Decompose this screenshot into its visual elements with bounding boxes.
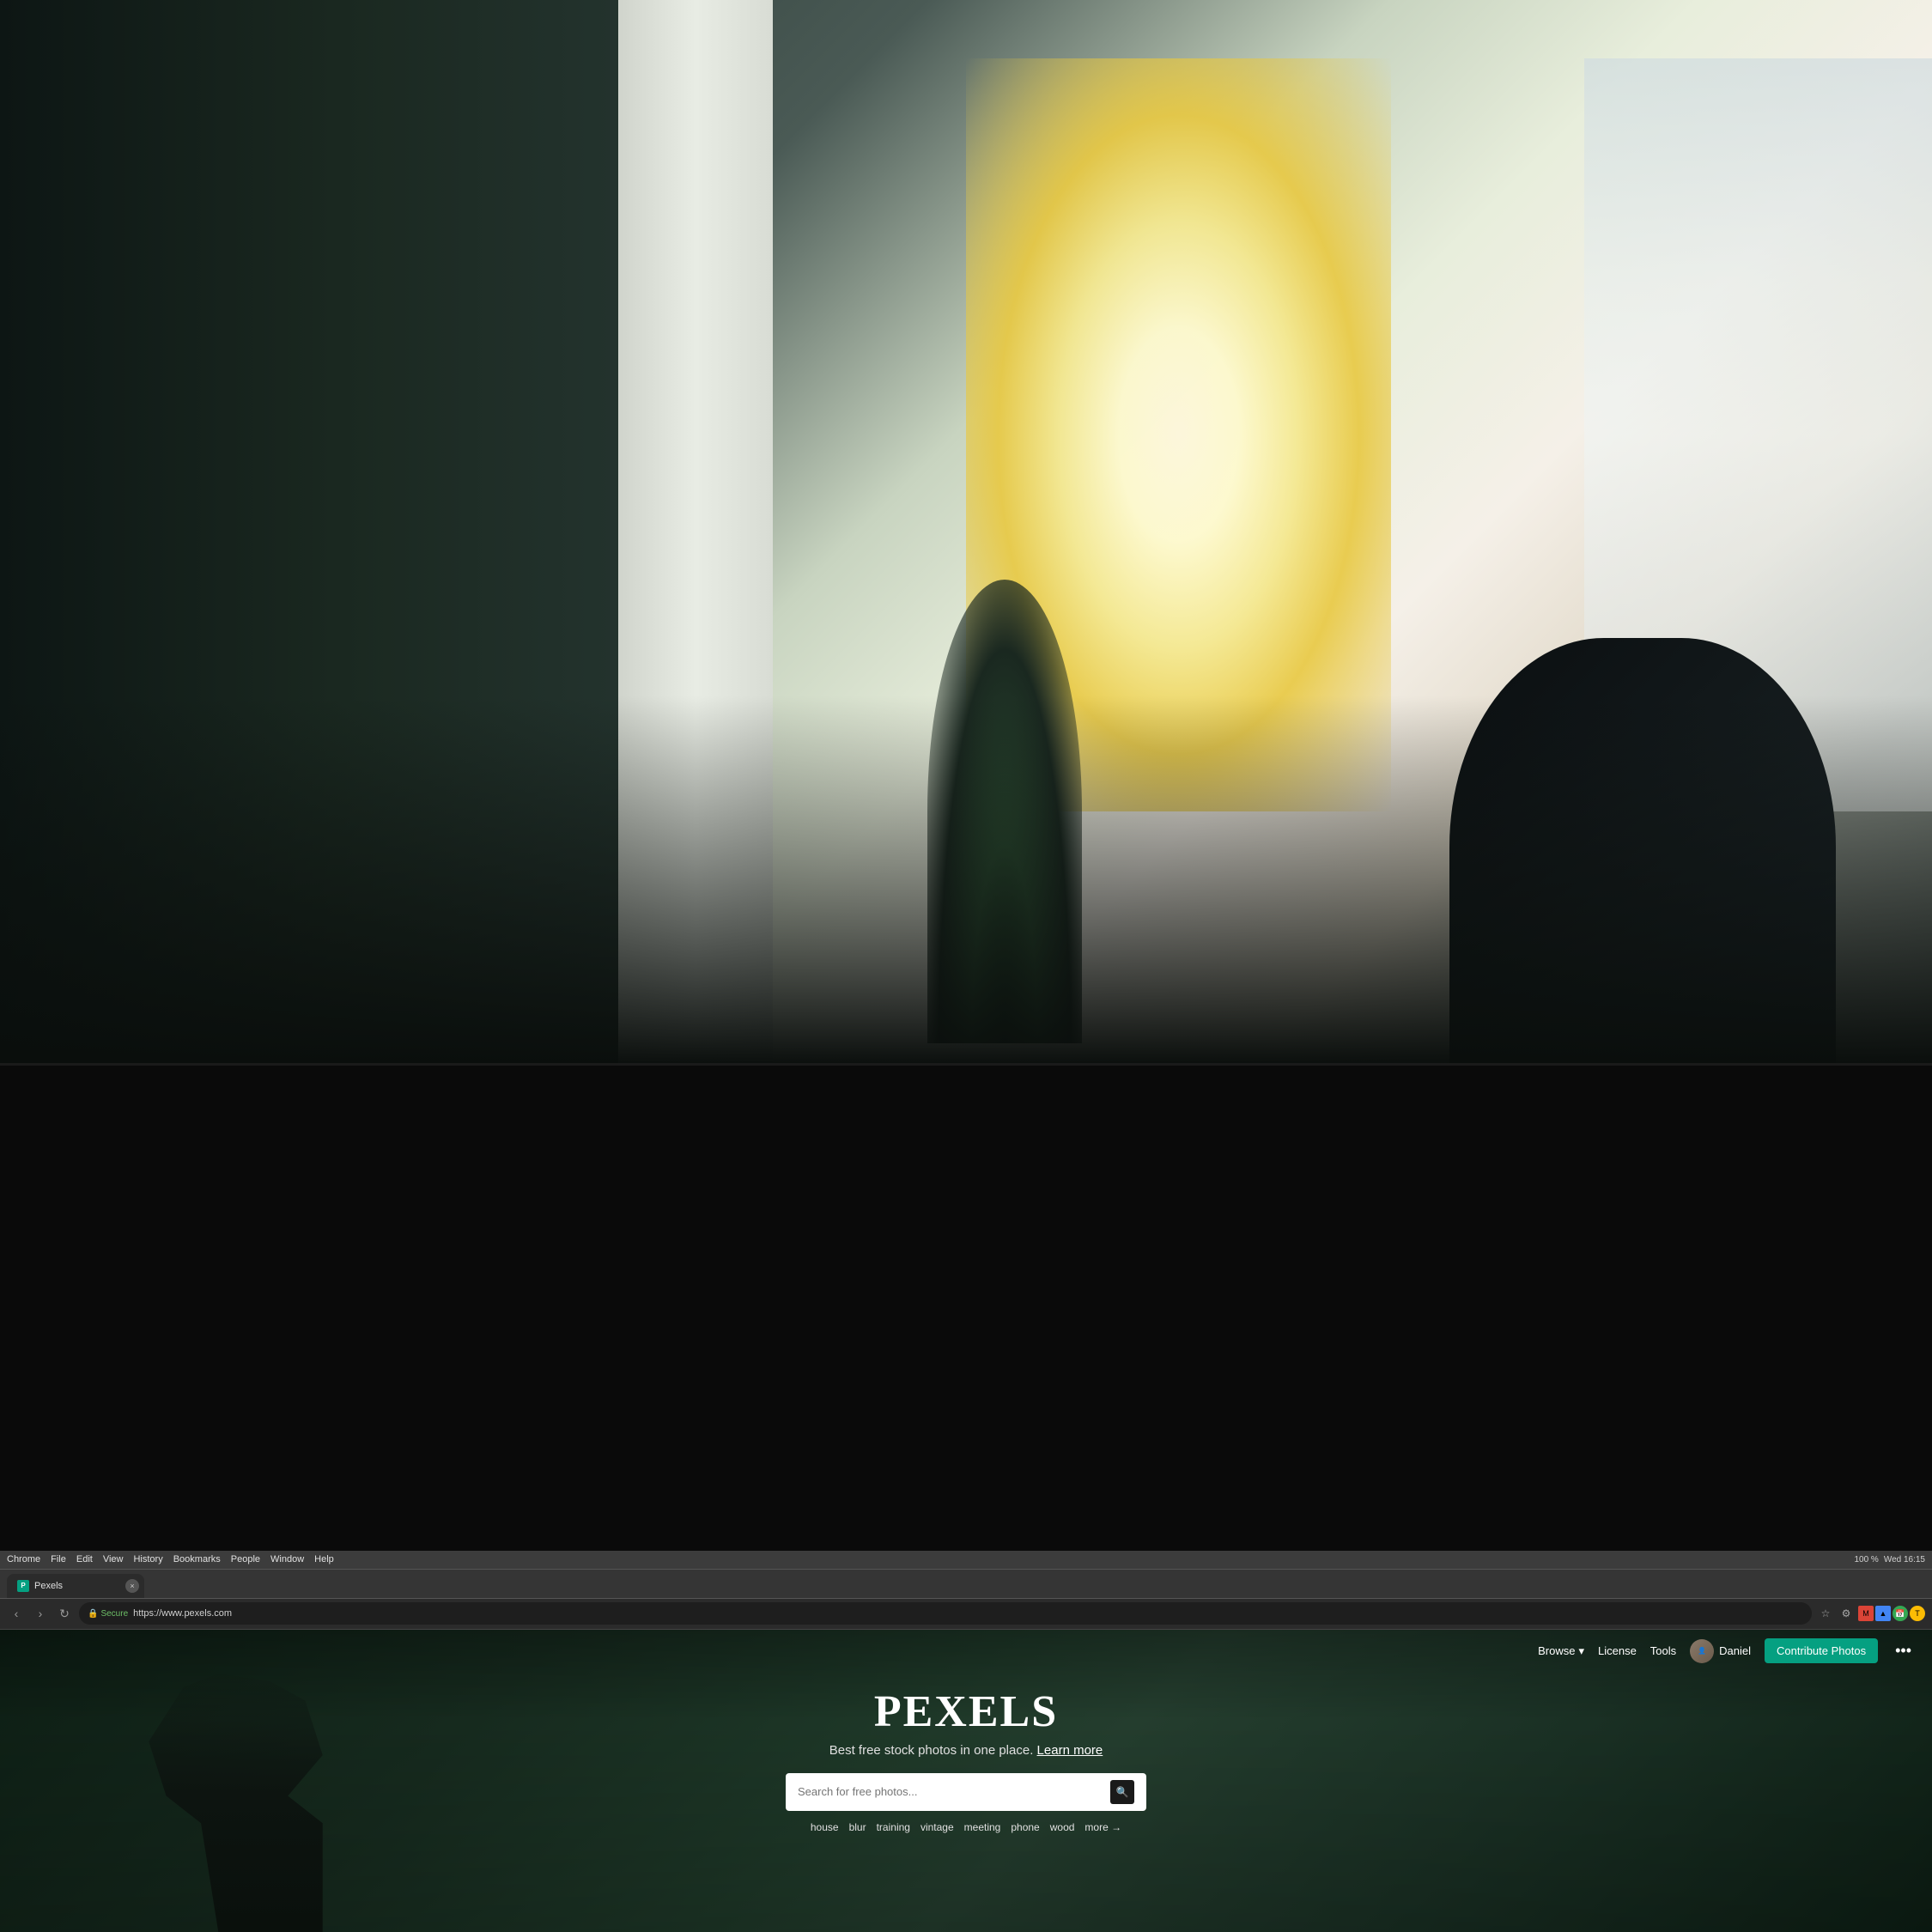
menu-app[interactable]: Chrome	[7, 1554, 40, 1564]
ext-gmail-icon[interactable]: M	[1858, 1606, 1874, 1621]
popular-searches: house blur training vintage meeting phon…	[0, 1821, 1932, 1833]
username-label: Daniel	[1719, 1644, 1751, 1657]
clock: Wed 16:15	[1884, 1555, 1925, 1564]
menu-window[interactable]: Window	[270, 1554, 304, 1564]
search-icon[interactable]: 🔍	[1110, 1780, 1134, 1804]
macos-menu-bar: Chrome File Edit View History Bookmarks …	[0, 1551, 1932, 1570]
menu-edit[interactable]: Edit	[76, 1554, 93, 1564]
menu-bookmarks[interactable]: Bookmarks	[173, 1554, 221, 1564]
active-tab[interactable]: P Pexels ×	[7, 1574, 144, 1598]
back-button[interactable]: ‹	[7, 1604, 26, 1623]
learn-more-link[interactable]: Learn more	[1037, 1743, 1103, 1758]
menu-help[interactable]: Help	[314, 1554, 334, 1564]
browser-toolbar-icons: ☆ ⚙ M ▲ 📅 T	[1817, 1605, 1925, 1622]
ext-translate-icon[interactable]: T	[1910, 1606, 1925, 1621]
menu-view[interactable]: View	[103, 1554, 124, 1564]
menu-file[interactable]: File	[51, 1554, 66, 1564]
ext-drive-icon[interactable]: ▲	[1875, 1606, 1891, 1621]
browse-nav-item[interactable]: Browse ▾	[1538, 1644, 1584, 1658]
secure-label: Secure	[100, 1609, 128, 1619]
browse-chevron-icon: ▾	[1578, 1644, 1584, 1658]
pexels-tagline: Best free stock photos in one place. Lea…	[0, 1743, 1932, 1758]
browser-window: Chrome File Edit View History Bookmarks …	[0, 1551, 1932, 1932]
extensions-icon[interactable]: ⚙	[1838, 1605, 1855, 1622]
search-tag-phone[interactable]: phone	[1011, 1821, 1039, 1833]
user-section: 👤 Daniel	[1690, 1639, 1751, 1663]
search-tag-training[interactable]: training	[877, 1821, 910, 1833]
tab-bar: P Pexels ×	[0, 1570, 1932, 1599]
menu-bar-left: Chrome File Edit View History Bookmarks …	[7, 1554, 1854, 1564]
secure-badge: 🔒 Secure	[88, 1609, 128, 1619]
tab-close-button[interactable]: ×	[125, 1579, 139, 1593]
menu-people[interactable]: People	[231, 1554, 260, 1564]
lock-icon: 🔒	[88, 1609, 98, 1619]
contribute-photos-button[interactable]: Contribute Photos	[1765, 1638, 1878, 1663]
search-container: 🔍	[0, 1773, 1932, 1811]
address-bar-row: ‹ › ↻ 🔒 Secure https://www.pexels.com ☆ …	[0, 1599, 1932, 1630]
search-tag-house[interactable]: house	[811, 1821, 839, 1833]
pexels-website: Browse ▾ License Tools 👤 Daniel Contribu…	[0, 1630, 1932, 1932]
address-bar[interactable]: 🔒 Secure https://www.pexels.com	[79, 1602, 1812, 1625]
pexels-nav-right: Browse ▾ License Tools 👤 Daniel Contribu…	[1538, 1638, 1915, 1663]
user-avatar[interactable]: 👤	[1690, 1639, 1714, 1663]
tools-nav-item[interactable]: Tools	[1650, 1644, 1676, 1657]
pexels-logo: PEXELS	[0, 1690, 1932, 1735]
tab-title: Pexels	[34, 1581, 63, 1591]
search-tag-vintage[interactable]: vintage	[920, 1821, 954, 1833]
pexels-hero-content: PEXELS Best free stock photos in one pla…	[0, 1673, 1932, 1833]
ext-calendar-icon[interactable]: 📅	[1893, 1606, 1908, 1621]
search-input[interactable]	[798, 1785, 1103, 1798]
menu-bar-right: 100 % Wed 16:15	[1854, 1555, 1925, 1564]
pexels-navbar: Browse ▾ License Tools 👤 Daniel Contribu…	[0, 1630, 1932, 1673]
battery-indicator: 100 %	[1854, 1555, 1878, 1564]
search-tag-blur[interactable]: blur	[849, 1821, 866, 1833]
url-text: https://www.pexels.com	[133, 1608, 232, 1619]
search-bar[interactable]: 🔍	[786, 1773, 1146, 1811]
menu-history[interactable]: History	[133, 1554, 162, 1564]
tab-favicon: P	[17, 1580, 29, 1592]
forward-button[interactable]: ›	[31, 1604, 50, 1623]
search-tag-wood[interactable]: wood	[1050, 1821, 1075, 1833]
license-nav-item[interactable]: License	[1598, 1644, 1637, 1657]
background-photo	[0, 0, 1932, 1159]
more-options-button[interactable]: •••	[1892, 1642, 1915, 1660]
search-tag-more[interactable]: more →	[1084, 1821, 1121, 1833]
extension-icons: M ▲ 📅 T	[1858, 1606, 1925, 1621]
laptop-screen-frame: Chrome File Edit View History Bookmarks …	[0, 1063, 1932, 1932]
reload-button[interactable]: ↻	[55, 1604, 74, 1623]
search-tag-meeting[interactable]: meeting	[964, 1821, 1001, 1833]
bookmark-icon[interactable]: ☆	[1817, 1605, 1834, 1622]
